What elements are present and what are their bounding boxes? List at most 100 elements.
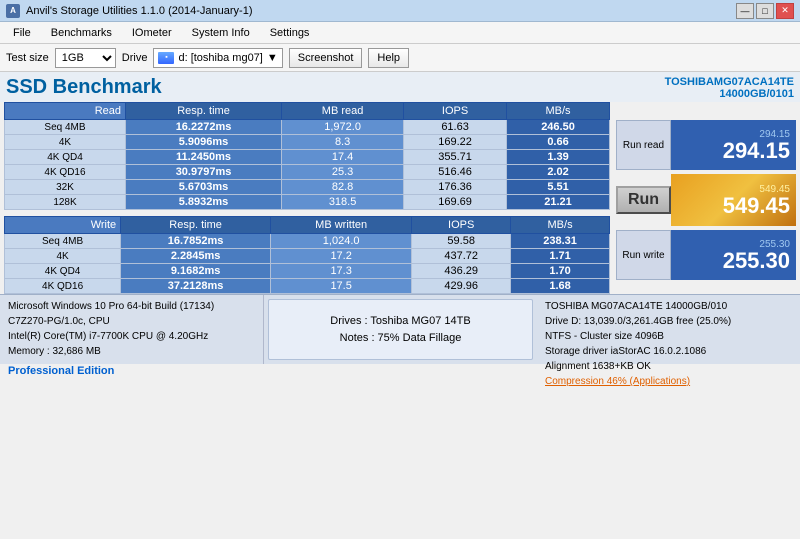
row-mbs: 1.39	[507, 150, 610, 165]
sys-line2: C7Z270-PG/1.0c, CPU	[8, 314, 255, 329]
title-bar: A Anvil's Storage Utilities 1.1.0 (2014-…	[0, 0, 800, 22]
write-score-box: Run write 255.30 255.30	[616, 230, 796, 280]
row-mbs: 1.70	[511, 264, 610, 279]
mbs-write-header: MB/s	[511, 217, 610, 234]
test-size-label: Test size	[6, 52, 49, 64]
menu-benchmarks[interactable]: Benchmarks	[42, 24, 121, 42]
row-iops: 169.69	[404, 195, 507, 210]
maximize-button[interactable]: □	[756, 3, 774, 19]
scores-panel: Run read 294.15 294.15 Run 549.45 549.45…	[616, 102, 796, 294]
sys-line1: Microsoft Windows 10 Pro 64-bit Build (1…	[8, 299, 255, 314]
table-row: 128K 5.8932ms 318.5 169.69 21.21	[5, 195, 610, 210]
row-resp: 2.2845ms	[121, 249, 271, 264]
status-col-drives: Drives : Toshiba MG07 14TB Notes : 75% D…	[268, 299, 533, 360]
info-line5: Alignment 1638+KB OK	[545, 359, 792, 374]
total-score-large: 549.45	[723, 195, 790, 217]
minimize-button[interactable]: —	[736, 3, 754, 19]
pro-edition-label: Professional Edition	[8, 363, 255, 380]
row-resp: 37.2128ms	[121, 279, 271, 294]
resp-time-header: Resp. time	[126, 103, 282, 120]
table-row: 4K 5.9096ms 8.3 169.22 0.66	[5, 135, 610, 150]
title-bar-left: A Anvil's Storage Utilities 1.1.0 (2014-…	[6, 4, 252, 18]
row-mbs: 238.31	[511, 234, 610, 249]
menu-file[interactable]: File	[4, 24, 40, 42]
menu-systeminfo[interactable]: System Info	[183, 24, 259, 42]
row-mb: 17.4	[282, 150, 404, 165]
test-size-select[interactable]: 1GB 256MB 512MB 2GB 4GB	[55, 48, 116, 68]
write-col-header: Write	[5, 217, 121, 234]
row-mb: 17.3	[271, 264, 412, 279]
table-row: 4K QD16 30.9797ms 25.3 516.46 2.02	[5, 165, 610, 180]
drives-line1: Drives : Toshiba MG07 14TB	[277, 313, 524, 330]
screenshot-button[interactable]: Screenshot	[289, 48, 363, 68]
help-button[interactable]: Help	[368, 48, 409, 68]
row-label: Seq 4MB	[5, 120, 126, 135]
table-row: Seq 4MB 16.2272ms 1,972.0 61.63 246.50	[5, 120, 610, 135]
row-iops: 516.46	[404, 165, 507, 180]
status-col-system: Microsoft Windows 10 Pro 64-bit Build (1…	[0, 295, 264, 364]
run-button[interactable]: Run	[616, 186, 671, 214]
drive-label: Drive	[122, 52, 148, 64]
toolbar: Test size 1GB 256MB 512MB 2GB 4GB Drive …	[0, 44, 800, 72]
drive-info-line2: 14000GB/0101	[665, 88, 794, 100]
row-resp: 5.9096ms	[126, 135, 282, 150]
menu-bar: File Benchmarks IOmeter System Info Sett…	[0, 22, 800, 44]
total-score-row: Run 549.45 549.45	[616, 174, 796, 226]
row-resp: 11.2450ms	[126, 150, 282, 165]
write-table: Write Resp. time MB written IOPS MB/s Se…	[4, 216, 610, 294]
mb-read-header: MB read	[282, 103, 404, 120]
menu-iometer[interactable]: IOmeter	[123, 24, 181, 42]
status-col-info: TOSHIBA MG07ACA14TE 14000GB/010 Drive D:…	[537, 295, 800, 364]
mbs-read-header: MB/s	[507, 103, 610, 120]
run-btn-container: Run	[616, 174, 671, 226]
row-iops: 169.22	[404, 135, 507, 150]
read-score-display: 294.15 294.15	[671, 120, 796, 170]
row-mbs: 5.51	[507, 180, 610, 195]
row-resp: 16.7852ms	[121, 234, 271, 249]
title-text: Anvil's Storage Utilities 1.1.0 (2014-Ja…	[26, 5, 252, 17]
row-mb: 1,024.0	[271, 234, 412, 249]
menu-settings[interactable]: Settings	[261, 24, 319, 42]
row-mb: 1,972.0	[282, 120, 404, 135]
info-line3: NTFS - Cluster size 4096B	[545, 329, 792, 344]
row-iops: 355.71	[404, 150, 507, 165]
close-button[interactable]: ✕	[776, 3, 794, 19]
read-score-large: 294.15	[723, 140, 790, 162]
sys-line3: Intel(R) Core(TM) i7-7700K CPU @ 4.20GHz	[8, 329, 255, 344]
resp-time-write-header: Resp. time	[121, 217, 271, 234]
run-read-button[interactable]: Run read	[616, 120, 671, 170]
info-line4: Storage driver iaStorAC 16.0.2.1086	[545, 344, 792, 359]
write-score-display: 255.30 255.30	[671, 230, 796, 280]
drive-value: d: [toshiba mg07]	[178, 52, 262, 64]
drive-dropdown-icon: ▼	[267, 52, 278, 64]
row-iops: 429.96	[412, 279, 511, 294]
title-buttons: — □ ✕	[736, 3, 794, 19]
row-mb: 318.5	[282, 195, 404, 210]
table-row: 4K QD4 11.2450ms 17.4 355.71 1.39	[5, 150, 610, 165]
read-write-tables: Read Resp. time MB read IOPS MB/s Seq 4M…	[4, 102, 610, 294]
row-resp: 30.9797ms	[126, 165, 282, 180]
row-label: 128K	[5, 195, 126, 210]
drive-icon: ▪	[158, 52, 174, 64]
row-resp: 5.6703ms	[126, 180, 282, 195]
write-score-large: 255.30	[723, 250, 790, 272]
row-mbs: 246.50	[507, 120, 610, 135]
drives-line2: Notes : 75% Data Fillage	[277, 330, 524, 347]
status-bar: Microsoft Windows 10 Pro 64-bit Build (1…	[0, 294, 800, 364]
run-write-button[interactable]: Run write	[616, 230, 671, 280]
iops-write-header: IOPS	[412, 217, 511, 234]
row-label: 4K QD4	[5, 264, 121, 279]
benchmark-area: Read Resp. time MB read IOPS MB/s Seq 4M…	[0, 102, 800, 294]
row-mb: 82.8	[282, 180, 404, 195]
row-resp: 5.8932ms	[126, 195, 282, 210]
total-score-display: 549.45 549.45	[671, 174, 796, 226]
mb-written-header: MB written	[271, 217, 412, 234]
drive-selector[interactable]: ▪ d: [toshiba mg07] ▼	[153, 48, 282, 68]
row-mbs: 21.21	[507, 195, 610, 210]
row-mbs: 1.71	[511, 249, 610, 264]
row-label: 4K	[5, 135, 126, 150]
info-line6[interactable]: Compression 46% (Applications)	[545, 374, 792, 389]
ssd-header: SSD Benchmark TOSHIBAMG07ACA14TE 14000GB…	[0, 72, 800, 102]
row-mb: 25.3	[282, 165, 404, 180]
ssd-title: SSD Benchmark	[6, 76, 162, 99]
